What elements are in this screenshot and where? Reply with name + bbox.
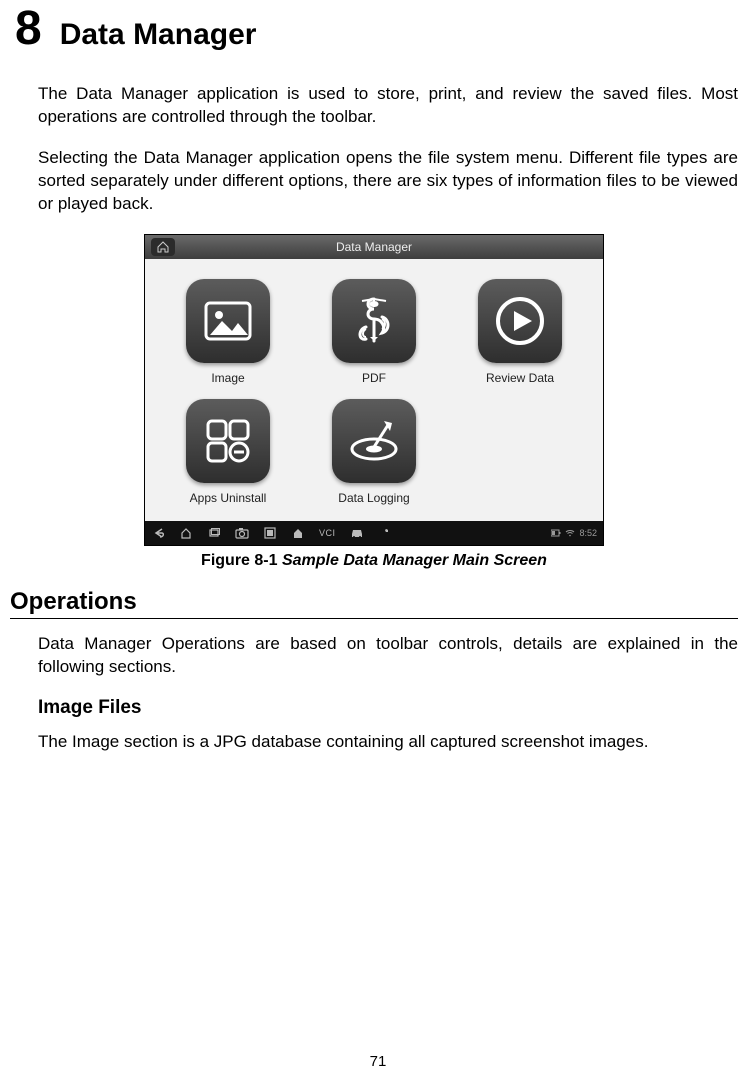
section-operations-heading: Operations	[10, 588, 738, 616]
home-icon[interactable]	[179, 526, 193, 540]
subsection-image-files-heading: Image Files	[38, 697, 738, 719]
figure-label-title: Sample Data Manager Main Screen	[282, 552, 547, 569]
image-icon	[186, 279, 270, 363]
status-right: 8:52	[551, 528, 597, 538]
paragraph-intro-2: Selecting the Data Manager application o…	[38, 147, 738, 216]
paragraph-operations: Data Manager Operations are based on too…	[38, 633, 738, 679]
section-rule	[10, 618, 738, 619]
tile-review-data[interactable]: Review Data	[465, 279, 575, 385]
device-bottombar: VCI 8:52	[145, 521, 603, 545]
chapter-number: 8	[15, 5, 42, 53]
camera-icon[interactable]	[235, 526, 249, 540]
chapter-heading: 8 Data Manager	[15, 5, 738, 53]
recent-icon[interactable]	[207, 526, 221, 540]
diag-home-icon[interactable]	[291, 526, 305, 540]
data-logging-icon	[332, 399, 416, 483]
apps-uninstall-icon	[186, 399, 270, 483]
back-icon[interactable]	[151, 526, 165, 540]
chapter-title: Data Manager	[60, 18, 257, 52]
device-title: Data Manager	[336, 240, 412, 254]
figure-8-1: Data Manager Image	[10, 234, 738, 570]
tile-apps-uninstall[interactable]: Apps Uninstall	[173, 399, 283, 505]
tile-label: PDF	[362, 371, 386, 385]
paragraph-intro-1: The Data Manager application is used to …	[38, 83, 738, 129]
wifi-icon	[565, 529, 575, 537]
tile-pdf[interactable]: PDF	[319, 279, 429, 385]
vci-label: VCI	[319, 528, 336, 538]
tile-image[interactable]: Image	[173, 279, 283, 385]
car-icon[interactable]	[350, 526, 364, 540]
figure-label-prefix: Figure 8-1	[201, 552, 282, 569]
tile-data-logging[interactable]: Data Logging	[319, 399, 429, 505]
home-icon[interactable]	[151, 238, 175, 256]
paragraph-image-files: The Image section is a JPG database cont…	[38, 731, 738, 754]
play-icon	[478, 279, 562, 363]
page-number: 71	[0, 1053, 756, 1070]
clock-text: 8:52	[579, 528, 597, 538]
screenshot-icon[interactable]	[263, 526, 277, 540]
tool-icon[interactable]	[378, 526, 392, 540]
tile-label: Review Data	[486, 371, 554, 385]
device-topbar: Data Manager	[145, 235, 603, 259]
figure-caption: Figure 8-1 Sample Data Manager Main Scre…	[201, 552, 547, 570]
tile-label: Apps Uninstall	[190, 491, 267, 505]
device-content: Image PDF Review Data	[145, 259, 603, 521]
tile-label: Image	[211, 371, 244, 385]
battery-icon	[551, 529, 561, 537]
device-screenshot: Data Manager Image	[144, 234, 604, 546]
pdf-icon	[332, 279, 416, 363]
tile-label: Data Logging	[338, 491, 409, 505]
